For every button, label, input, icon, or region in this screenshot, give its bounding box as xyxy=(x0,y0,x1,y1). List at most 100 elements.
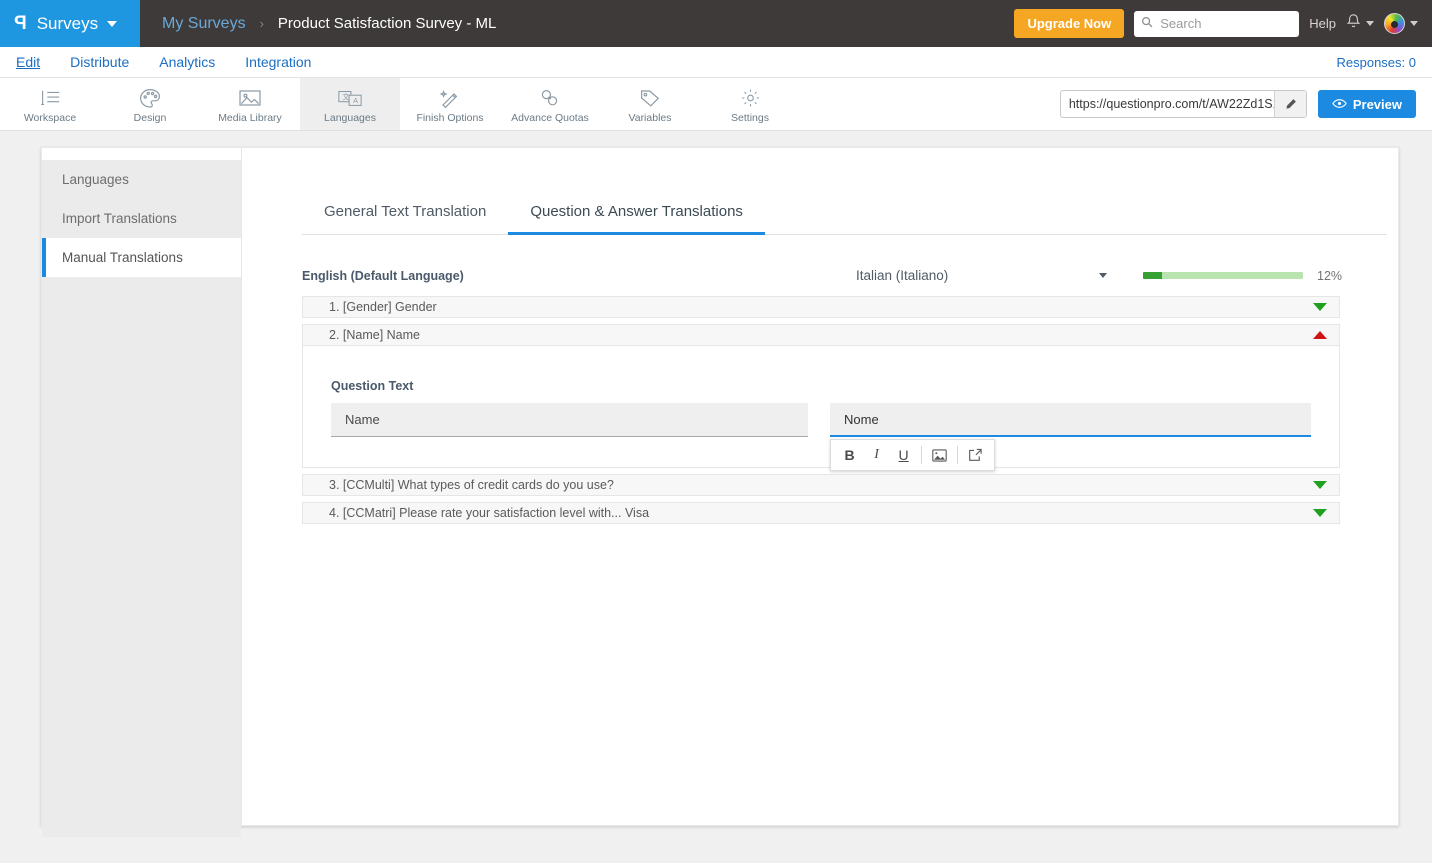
question-row-1[interactable]: 1. [Gender] Gender xyxy=(302,296,1340,318)
tab-question-answer-translations[interactable]: Question & Answer Translations xyxy=(508,203,765,235)
ribbon-item-variables[interactable]: Variables xyxy=(600,78,700,130)
tab-label: General Text Translation xyxy=(324,203,487,220)
magic-wand-icon xyxy=(439,86,461,110)
chevron-down-icon[interactable] xyxy=(1366,21,1374,26)
breadcrumb-separator-icon: › xyxy=(259,16,264,31)
target-language-select[interactable]: Italian (Italiano) xyxy=(842,268,1107,283)
ribbon-item-design[interactable]: Design xyxy=(100,78,200,130)
question-row-4[interactable]: 4. [CCMatri] Please rate your satisfacti… xyxy=(302,502,1340,524)
source-text-field: Name xyxy=(331,403,808,437)
breadcrumb: My Surveys › Product Satisfaction Survey… xyxy=(140,15,496,33)
sidebar-item-languages[interactable]: Languages xyxy=(42,160,241,199)
toolbar-divider xyxy=(957,446,958,464)
chevron-down-icon[interactable] xyxy=(1099,273,1107,278)
breadcrumb-my-surveys[interactable]: My Surveys xyxy=(162,15,246,33)
question-editor-panel: Question Text Name B I U xyxy=(302,346,1340,471)
image-icon[interactable] xyxy=(927,441,952,469)
ribbon-item-advance-quotas[interactable]: Advance Quotas xyxy=(500,78,600,130)
ribbon-item-media-library[interactable]: Media Library xyxy=(200,78,300,130)
question-row-label: 1. [Gender] Gender xyxy=(329,300,437,314)
triangle-down-icon[interactable] xyxy=(1313,303,1327,311)
chevron-down-icon[interactable] xyxy=(1410,21,1418,26)
triangle-up-icon[interactable] xyxy=(1313,331,1327,339)
product-switcher-label: Surveys xyxy=(36,13,99,33)
sidebar-item-label: Import Translations xyxy=(62,211,177,226)
notifications-button[interactable] xyxy=(1346,13,1374,35)
language-header-row: English (Default Language) Italian (Ital… xyxy=(302,268,1387,283)
palette-icon xyxy=(139,86,161,110)
ribbon-item-finish-options[interactable]: Finish Options xyxy=(400,78,500,130)
workspace-icon xyxy=(38,86,62,110)
question-list: 1. [Gender] Gender 2. [Name] Name Questi… xyxy=(302,296,1340,524)
bold-icon[interactable]: B xyxy=(837,441,862,469)
sidebar-group: Languages Import Translations xyxy=(42,160,241,238)
brand-home-button[interactable]: P Surveys xyxy=(0,0,140,47)
search-box[interactable] xyxy=(1134,10,1300,37)
avatar xyxy=(1384,13,1405,34)
preview-button[interactable]: Preview xyxy=(1317,90,1416,118)
chevron-down-icon[interactable] xyxy=(107,20,118,27)
eye-icon xyxy=(1332,97,1347,112)
search-input[interactable] xyxy=(1158,15,1293,32)
translation-progress-fill xyxy=(1143,272,1163,279)
tab-label: Question & Answer Translations xyxy=(530,203,743,220)
translations-sidebar: Languages Import Translations Manual Tra… xyxy=(42,148,242,837)
triangle-down-icon[interactable] xyxy=(1313,481,1327,489)
underline-icon[interactable]: U xyxy=(891,441,916,469)
triangle-down-icon[interactable] xyxy=(1313,509,1327,517)
search-icon xyxy=(1141,16,1153,31)
survey-link-actions: https://questionpro.com/t/AW22Zd1S1 Prev… xyxy=(1059,78,1432,130)
ribbon-label: Variables xyxy=(628,112,672,124)
target-translation-input[interactable] xyxy=(830,403,1311,437)
nav-tab-analytics[interactable]: Analytics xyxy=(159,54,215,70)
upgrade-now-button[interactable]: Upgrade Now xyxy=(1014,9,1125,38)
sidebar-item-label: Languages xyxy=(62,172,129,187)
translation-field-row: Name B I U xyxy=(331,403,1311,471)
ribbon-label: Workspace xyxy=(23,112,77,124)
sidebar-item-label: Manual Translations xyxy=(62,250,183,265)
svg-text:A: A xyxy=(353,96,358,105)
editor-toolbar: Workspace Design Media Library 文 A Langu… xyxy=(0,78,1432,131)
ribbon-item-languages[interactable]: 文 A Languages xyxy=(300,78,400,130)
question-row-label: 3. [CCMulti] What types of credit cards … xyxy=(329,478,614,492)
survey-url-field[interactable]: https://questionpro.com/t/AW22Zd1S1 xyxy=(1059,90,1307,118)
question-row-3[interactable]: 3. [CCMulti] What types of credit cards … xyxy=(302,474,1340,496)
ribbon-label: Media Library xyxy=(218,112,282,124)
target-language-label: Italian (Italiano) xyxy=(856,268,949,283)
tab-general-text-translation[interactable]: General Text Translation xyxy=(302,203,508,235)
question-row-2[interactable]: 2. [Name] Name xyxy=(302,324,1340,346)
translation-tabs: General Text Translation Question & Answ… xyxy=(302,203,1387,235)
ribbon-item-settings[interactable]: Settings xyxy=(700,78,800,130)
question-row-label: 4. [CCMatri] Please rate your satisfacti… xyxy=(329,506,650,520)
nav-tab-integration[interactable]: Integration xyxy=(245,54,311,70)
translation-progress-percent: 12% xyxy=(1317,268,1343,283)
survey-url-value: https://questionpro.com/t/AW22Zd1S1 xyxy=(1068,97,1274,111)
italic-icon[interactable]: I xyxy=(864,441,889,469)
ribbon-item-workspace[interactable]: Workspace xyxy=(0,78,100,130)
responses-count: Responses: 0 xyxy=(1336,54,1417,70)
gear-icon xyxy=(740,86,761,110)
external-link-icon[interactable] xyxy=(963,441,988,469)
svg-text:文: 文 xyxy=(342,91,350,101)
sidebar-filler xyxy=(42,277,241,837)
toolbar-divider xyxy=(921,446,922,464)
rich-text-toolbar: B I U xyxy=(830,439,995,471)
source-text-value: Name xyxy=(345,412,380,427)
link-chain-icon xyxy=(539,86,561,110)
ribbon-label: Settings xyxy=(731,112,769,124)
translation-progress-bar xyxy=(1143,272,1303,279)
bell-icon xyxy=(1346,13,1361,35)
primary-nav: Edit Distribute Analytics Integration Re… xyxy=(0,47,1432,78)
sidebar-item-import-translations[interactable]: Import Translations xyxy=(42,199,241,238)
sidebar-item-manual-translations[interactable]: Manual Translations xyxy=(42,238,241,277)
help-link[interactable]: Help xyxy=(1309,16,1336,31)
ribbon-label: Design xyxy=(133,112,167,124)
translations-content: General Text Translation Question & Answ… xyxy=(242,148,1398,825)
questionpro-logo-icon: P xyxy=(14,12,27,34)
tag-icon xyxy=(639,86,661,110)
breadcrumb-current-survey: Product Satisfaction Survey - ML xyxy=(277,15,497,32)
edit-url-button[interactable] xyxy=(1273,91,1306,117)
nav-tab-distribute[interactable]: Distribute xyxy=(70,54,129,70)
nav-tab-edit[interactable]: Edit xyxy=(16,54,40,70)
account-menu[interactable] xyxy=(1384,13,1418,34)
